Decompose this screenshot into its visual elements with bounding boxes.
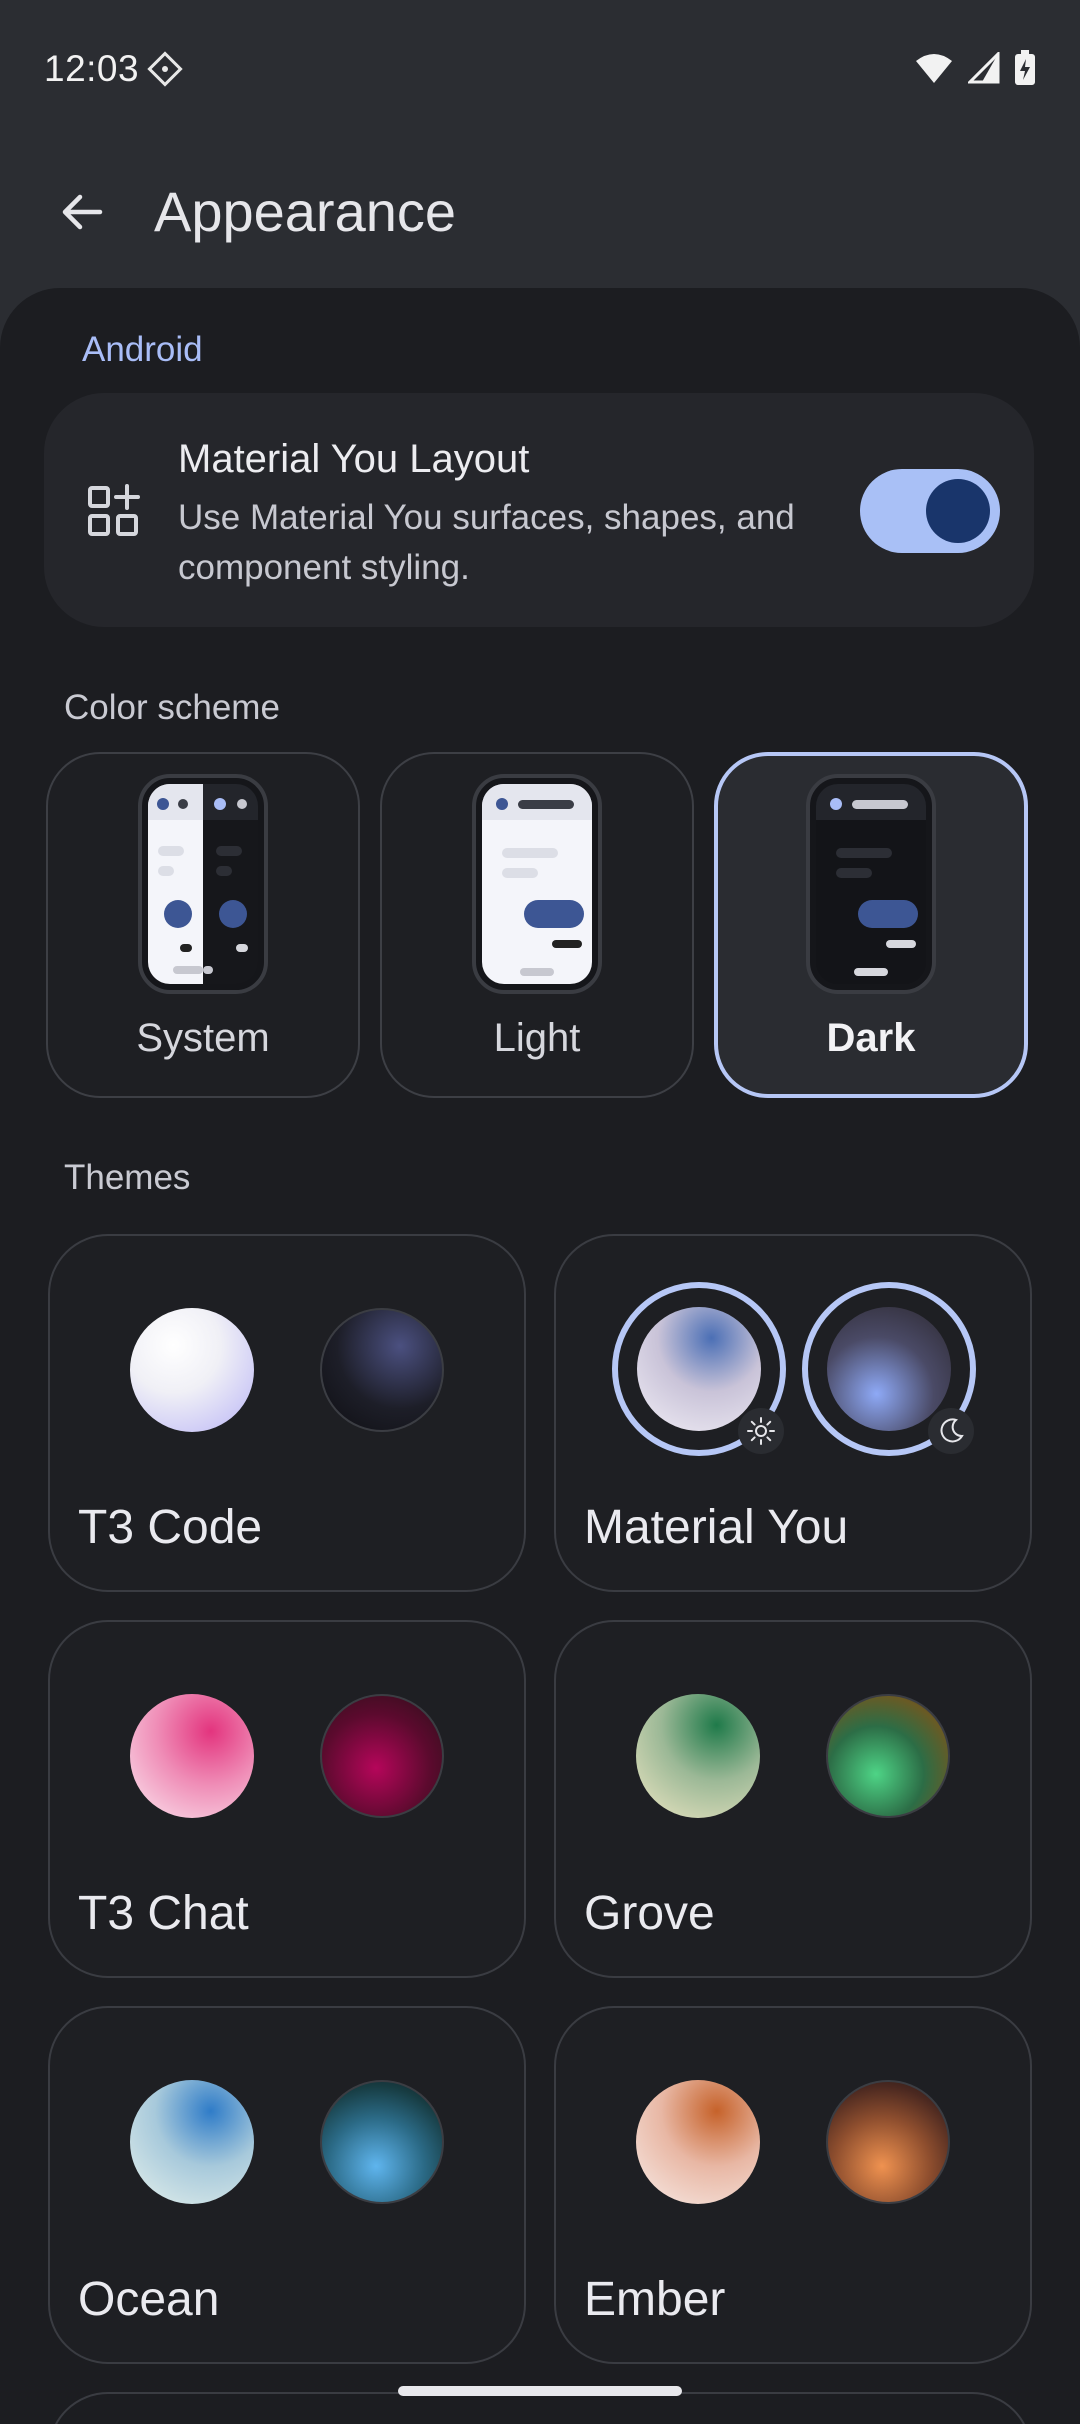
layout-title: Material You Layout xyxy=(178,437,530,481)
theme-name: T3 Code xyxy=(78,1501,263,1554)
material-you-light-swatch xyxy=(637,1307,761,1431)
theme-card-ember[interactable]: Ember xyxy=(554,2006,1032,2364)
material-you-dark-swatch xyxy=(827,1307,951,1431)
scheme-option-dark[interactable]: Dark xyxy=(714,752,1028,1098)
theme-card-t3-chat[interactable]: T3 Chat xyxy=(48,1620,526,1978)
ember-light-swatch xyxy=(636,2080,760,2204)
light-preview-icon xyxy=(472,774,602,994)
section-header-android: Android xyxy=(82,330,203,369)
status-time: 12:03 xyxy=(44,48,140,89)
dark-mode-badge xyxy=(928,1408,974,1454)
grove-light-swatch xyxy=(636,1694,760,1818)
scheme-label-dark: Dark xyxy=(826,1016,916,1060)
theme-name: T3 Chat xyxy=(78,1887,249,1940)
ember-dark-swatch xyxy=(826,2080,950,2204)
gesture-handle[interactable] xyxy=(398,2386,682,2396)
grove-dark-swatch xyxy=(826,1694,950,1818)
arrow-back-icon xyxy=(62,194,103,230)
dark-preview-icon xyxy=(806,774,936,994)
scheme-option-system[interactable]: System xyxy=(46,752,360,1098)
section-header-themes: Themes xyxy=(64,1158,191,1197)
light-mode-badge xyxy=(738,1408,784,1454)
scheme-option-light[interactable]: Light xyxy=(380,752,694,1098)
theme-name: Ember xyxy=(584,2273,726,2326)
layout-subtitle: Use Material You surfaces, shapes, and c… xyxy=(178,498,795,587)
ocean-dark-swatch xyxy=(320,2080,444,2204)
back-button[interactable] xyxy=(46,176,118,248)
ocean-light-swatch xyxy=(130,2080,254,2204)
theme-card-grove[interactable]: Grove xyxy=(554,1620,1032,1978)
signal-icon xyxy=(968,52,1000,84)
t3-chat-dark-swatch xyxy=(320,1694,444,1818)
theme-name: Material You xyxy=(584,1501,849,1554)
wifi-icon xyxy=(916,54,952,83)
material-you-layout-row[interactable]: Material You Layout Use Material You sur… xyxy=(44,393,1034,627)
theme-name: Grove xyxy=(584,1887,715,1940)
theme-card-material-you[interactable]: Material You xyxy=(554,1234,1032,1592)
status-icons xyxy=(914,50,1036,86)
page-title: Appearance xyxy=(154,180,457,243)
sun-icon xyxy=(747,1417,775,1445)
notification-diamond-icon xyxy=(147,51,183,87)
t3-chat-light-swatch xyxy=(130,1694,254,1818)
theme-card-partial[interactable] xyxy=(48,2392,1032,2424)
theme-card-t3-code[interactable]: T3 Code xyxy=(48,1234,526,1592)
toggle-thumb xyxy=(926,479,990,543)
theme-card-ocean[interactable]: Ocean xyxy=(48,2006,526,2364)
scheme-label-light: Light xyxy=(493,1016,581,1060)
material-you-toggle[interactable] xyxy=(860,469,1000,553)
moon-icon xyxy=(940,1418,964,1443)
top-app-bar: Appearance xyxy=(0,140,1080,290)
section-header-color-scheme: Color scheme xyxy=(64,688,280,727)
status-bar: 12:03 xyxy=(0,0,1080,140)
t3-code-light-swatch xyxy=(130,1308,254,1432)
system-preview-icon xyxy=(138,774,268,994)
battery-icon xyxy=(1015,50,1035,85)
scheme-label-system: System xyxy=(136,1016,270,1060)
t3-code-dark-swatch xyxy=(320,1308,444,1432)
theme-name: Ocean xyxy=(78,2273,220,2326)
widgets-icon xyxy=(88,484,140,536)
